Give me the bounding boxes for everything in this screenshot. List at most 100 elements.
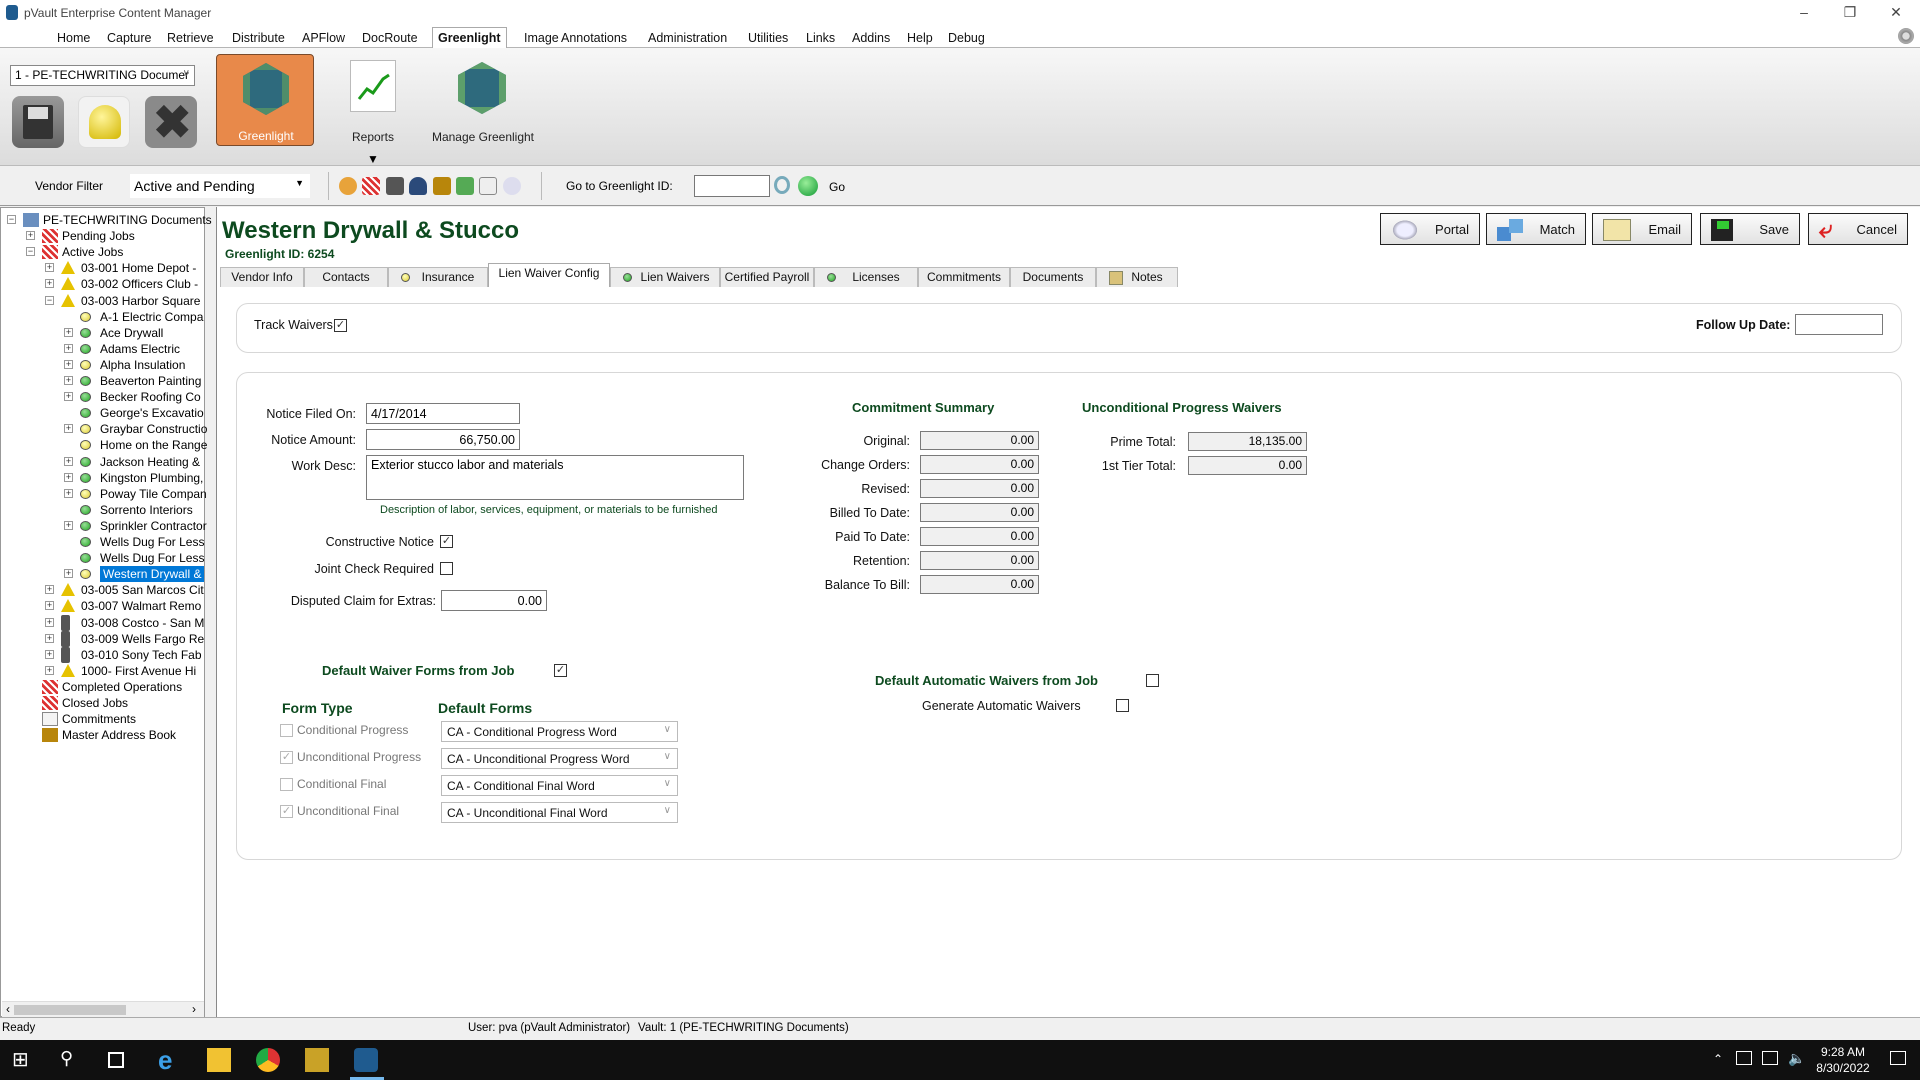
default-form-select[interactable]: CA - Conditional Progress Word ∨: [441, 721, 678, 742]
expand-icon[interactable]: +: [45, 585, 54, 595]
tools-app-icon[interactable]: [305, 1048, 329, 1072]
refresh-icon[interactable]: [339, 177, 357, 195]
expand-icon[interactable]: +: [64, 359, 73, 369]
cancel-button[interactable]: ⤶ Cancel: [1808, 213, 1908, 245]
expand-icon[interactable]: +: [45, 665, 54, 675]
match-button[interactable]: Match: [1486, 213, 1586, 245]
notification-center-icon[interactable]: [1890, 1051, 1906, 1065]
truck-icon[interactable]: [386, 177, 404, 195]
tab-vendor-info[interactable]: Vendor Info: [220, 267, 304, 287]
manage-greenlight-ribbon-button[interactable]: Manage Greenlight: [432, 54, 534, 146]
vendor-filter-select[interactable]: Active and Pending ▼: [130, 174, 310, 198]
work-desc-textarea[interactable]: Exterior stucco labor and materials: [366, 455, 744, 500]
tab-certified-payroll[interactable]: Certified Payroll: [720, 267, 814, 287]
tab-licenses[interactable]: Licenses: [814, 267, 918, 287]
vault-select[interactable]: 1 - PE-TECHWRITING Documer ∨: [10, 65, 195, 86]
greenlight-ribbon-button[interactable]: Greenlight: [216, 54, 314, 146]
chrome-icon[interactable]: [256, 1048, 280, 1072]
restore-button[interactable]: ❐: [1840, 4, 1860, 20]
tab-lien-waivers[interactable]: Lien Waivers: [610, 267, 720, 287]
generate-auto-waivers-checkbox[interactable]: [1116, 699, 1129, 712]
notifications-button[interactable]: [78, 96, 130, 148]
tray-sync-error-icon[interactable]: [1736, 1051, 1752, 1065]
constructive-notice-checkbox[interactable]: ✓: [440, 535, 453, 548]
collapse-icon[interactable]: −: [7, 215, 16, 224]
tab-insurance[interactable]: Insurance: [388, 267, 488, 287]
menu-administration[interactable]: Administration: [648, 31, 727, 45]
notice-filed-input[interactable]: [366, 403, 520, 424]
menu-retrieve[interactable]: Retrieve: [167, 31, 214, 45]
collapse-icon[interactable]: −: [45, 295, 54, 305]
job-tree[interactable]: − PE-TECHWRITING Documents + Pending Jobs − A…: [0, 207, 212, 1017]
expand-icon[interactable]: +: [64, 472, 73, 482]
follow-up-date-input[interactable]: [1795, 314, 1883, 335]
scroll-thumb[interactable]: [14, 1005, 126, 1015]
close-button[interactable]: ✖: [145, 96, 197, 148]
clock[interactable]: 9:28 AM 8/30/2022: [1808, 1044, 1878, 1076]
expand-icon[interactable]: +: [64, 569, 73, 579]
default-waiver-forms-checkbox[interactable]: ✓: [554, 664, 567, 677]
file-explorer-icon[interactable]: [207, 1048, 231, 1072]
address-book-icon[interactable]: [433, 177, 451, 195]
go-button[interactable]: Go: [829, 180, 845, 194]
windows-start-icon[interactable]: ⊞: [12, 1048, 36, 1072]
tab-documents[interactable]: Documents: [1010, 267, 1096, 287]
expand-icon[interactable]: +: [45, 633, 54, 643]
expand-icon[interactable]: +: [64, 376, 73, 385]
add-document-icon[interactable]: [456, 177, 474, 195]
close-window-button[interactable]: ✕: [1886, 4, 1906, 20]
expand-icon[interactable]: +: [64, 343, 73, 353]
expand-icon[interactable]: +: [64, 327, 73, 337]
notice-amount-input[interactable]: [366, 429, 520, 450]
joint-check-checkbox[interactable]: [440, 562, 453, 575]
menu-distribute[interactable]: Distribute: [232, 31, 285, 45]
expand-icon[interactable]: +: [45, 601, 54, 611]
minimize-button[interactable]: –: [1794, 4, 1814, 20]
form-type-checkbox[interactable]: ✓: [280, 751, 293, 764]
auto-waivers-checkbox[interactable]: [1146, 674, 1159, 687]
tray-chevron-icon[interactable]: ⌃: [1713, 1052, 1723, 1066]
search-icon[interactable]: ⚲: [60, 1048, 84, 1072]
expand-icon[interactable]: +: [64, 424, 73, 434]
tray-network-icon[interactable]: [1762, 1051, 1778, 1065]
search-icon[interactable]: [774, 176, 790, 194]
menu-utilities[interactable]: Utilities: [748, 31, 788, 45]
disputed-claim-input[interactable]: [441, 590, 547, 611]
edit-note-icon[interactable]: [479, 177, 497, 195]
menu-debug[interactable]: Debug: [948, 31, 985, 45]
collapse-icon[interactable]: −: [26, 247, 35, 257]
pvault-taskbar-icon[interactable]: [354, 1048, 378, 1072]
menu-apflow[interactable]: APFlow: [302, 31, 345, 45]
expand-icon[interactable]: +: [64, 392, 73, 402]
save-button[interactable]: Save: [1700, 213, 1800, 245]
tab-contacts[interactable]: Contacts: [304, 267, 388, 287]
default-form-select[interactable]: CA - Unconditional Progress Word ∨: [441, 748, 678, 769]
tab-lien-waiver-config[interactable]: Lien Waiver Config: [488, 263, 610, 287]
menu-annotations[interactable]: Annotations: [561, 31, 627, 45]
menu-capture[interactable]: Capture: [107, 31, 151, 45]
expand-icon[interactable]: +: [64, 456, 73, 466]
menu-home[interactable]: Home: [57, 31, 90, 45]
reports-dropdown-arrow-icon[interactable]: ▼: [367, 152, 379, 166]
tray-volume-muted-icon[interactable]: 🔈: [1788, 1050, 1805, 1067]
default-form-select[interactable]: CA - Unconditional Final Word ∨: [441, 802, 678, 823]
form-type-checkbox[interactable]: [280, 724, 293, 737]
save-disk-button[interactable]: [12, 96, 64, 148]
expand-icon[interactable]: +: [45, 617, 54, 627]
email-button[interactable]: Email: [1592, 213, 1692, 245]
menu-links[interactable]: Links: [806, 31, 835, 45]
settings-gear-icon[interactable]: [1898, 28, 1914, 44]
portal-button[interactable]: Portal: [1380, 213, 1480, 245]
expand-icon[interactable]: +: [45, 263, 54, 273]
menu-addins[interactable]: Addins: [852, 31, 890, 45]
task-view-icon[interactable]: [108, 1052, 124, 1068]
form-type-checkbox[interactable]: ✓: [280, 805, 293, 818]
jobs-icon[interactable]: [362, 177, 380, 195]
person-icon[interactable]: [409, 177, 427, 195]
expand-icon[interactable]: +: [64, 488, 73, 498]
internet-explorer-icon[interactable]: e: [158, 1047, 182, 1073]
cloud-icon[interactable]: [503, 177, 521, 195]
default-form-select[interactable]: CA - Conditional Final Word ∨: [441, 775, 678, 796]
menu-greenlight[interactable]: Greenlight: [432, 27, 507, 48]
track-waivers-checkbox[interactable]: ✓: [334, 319, 347, 332]
